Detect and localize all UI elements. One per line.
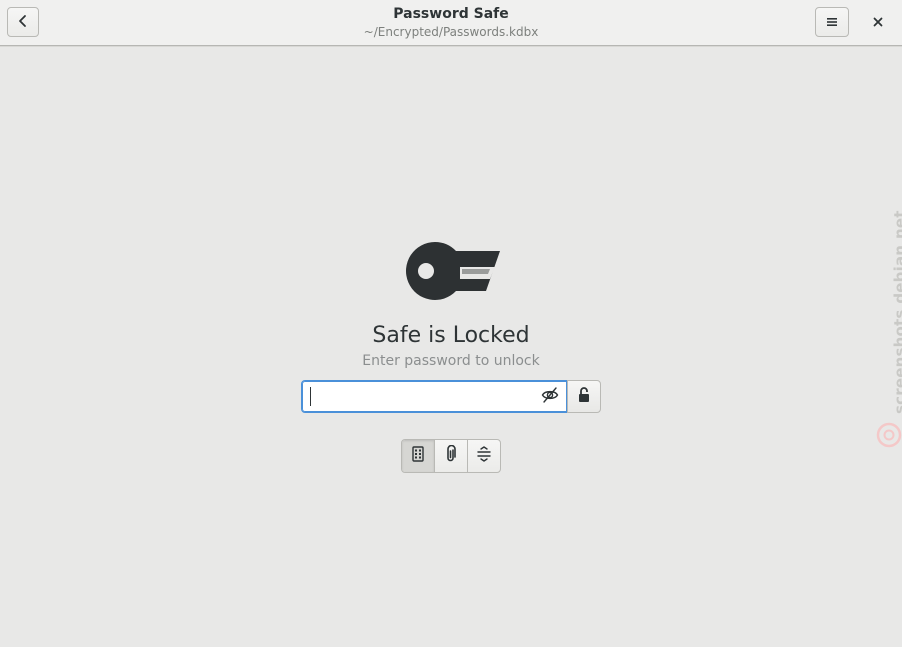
composite-mode-button[interactable] [468,440,500,472]
password-input[interactable] [301,380,568,413]
eye-hidden-icon [541,386,559,408]
window-subtitle: ~/Encrypted/Passwords.kdbx [363,25,539,39]
unlock-button[interactable] [567,380,601,413]
close-button[interactable] [862,7,894,37]
keypad-icon [411,446,425,466]
text-cursor [310,387,311,406]
watermark-text: screenshots.debian.net [891,210,902,414]
window-title: Password Safe [393,6,509,22]
locked-heading: Safe is Locked [372,323,530,348]
lock-icon [577,386,591,408]
main-menu-button[interactable] [815,7,849,37]
app-window: Password Safe ~/Encrypted/Passwords.kdbx [0,0,902,647]
close-icon [872,13,884,32]
composite-icon [476,446,492,466]
header-bar: Password Safe ~/Encrypted/Passwords.kdbx [0,0,902,46]
debian-swirl-icon [876,422,902,448]
chevron-left-icon [17,13,29,32]
keyfile-mode-button[interactable] [435,440,468,472]
reveal-password-button[interactable] [539,386,561,408]
title-block: Password Safe ~/Encrypted/Passwords.kdbx [200,6,702,40]
back-button[interactable] [7,7,39,37]
safe-key-icon [400,239,502,303]
unlock-hint: Enter password to unlock [362,353,540,369]
paperclip-icon [444,444,458,467]
password-mode-button[interactable] [402,440,435,472]
unlock-method-switcher [401,439,501,473]
hamburger-menu-icon [826,13,838,32]
